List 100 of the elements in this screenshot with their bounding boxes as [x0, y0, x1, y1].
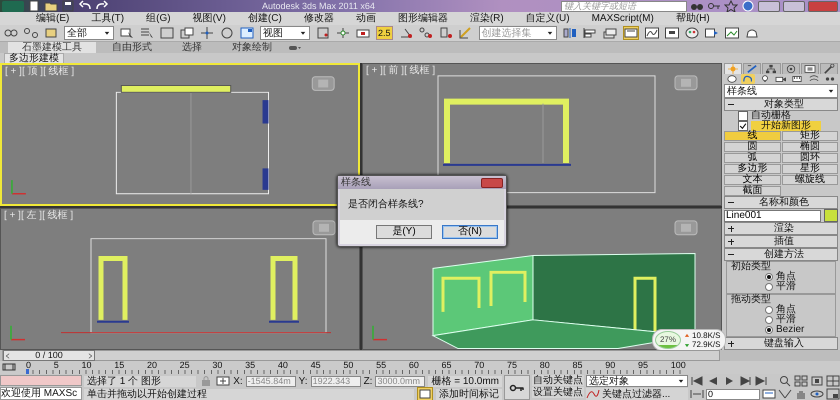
panel-tab[interactable]: [762, 63, 781, 74]
category-button[interactable]: [806, 74, 821, 84]
rollout-header[interactable]: 创建方法: [724, 248, 838, 261]
category-button[interactable]: [725, 74, 740, 84]
dialog-close-button[interactable]: [481, 178, 503, 188]
object-type-button[interactable]: 圆: [724, 142, 780, 152]
layer-icon[interactable]: [602, 27, 617, 39]
help-icon[interactable]: [741, 0, 755, 12]
field-of-view-icon[interactable]: [778, 388, 792, 400]
ribbon-panel-tab[interactable]: 多边形建模: [4, 53, 64, 63]
ribbon-tab[interactable]: 对象绘制: [218, 42, 286, 53]
zoom-extents-all-icon[interactable]: [826, 375, 840, 387]
menu-item[interactable]: 修改器: [304, 12, 334, 24]
coordinate-system-dropdown[interactable]: 视图: [260, 26, 310, 40]
frame-counter-button[interactable]: 0 / 100: [3, 350, 95, 361]
zoom-extents-icon[interactable]: [810, 375, 824, 387]
object-type-button[interactable]: 星形: [782, 164, 838, 174]
menu-item[interactable]: 创建(C): [248, 12, 282, 24]
minimize-button[interactable]: [758, 0, 780, 12]
maximize-button[interactable]: [783, 0, 805, 12]
menu-item[interactable]: MAXScript(M): [592, 12, 654, 24]
rollout-header[interactable]: 对象类型: [724, 98, 838, 111]
angle-snap-icon[interactable]: [398, 27, 413, 39]
object-type-button[interactable]: 线: [724, 131, 780, 141]
checkbox[interactable]: [738, 111, 748, 121]
dialog-button[interactable]: 是(Y): [376, 225, 432, 239]
align-icon[interactable]: [582, 27, 597, 39]
rollout-header[interactable]: 渲染: [724, 222, 838, 235]
move-icon[interactable]: [200, 27, 214, 39]
rotate-icon[interactable]: [220, 27, 234, 39]
go-to-start-icon[interactable]: [690, 375, 704, 387]
panel-tab[interactable]: [800, 63, 819, 74]
radio-button[interactable]: [765, 283, 773, 291]
rollout-header[interactable]: 插值: [724, 235, 838, 248]
menu-item[interactable]: 图形编辑器: [398, 12, 448, 24]
undo-icon[interactable]: [78, 0, 92, 12]
key-icon[interactable]: [707, 0, 721, 12]
go-to-end-icon[interactable]: [754, 375, 768, 387]
menu-item[interactable]: 自定义(U): [526, 12, 570, 24]
timeline-ruler[interactable]: 0 5 10 15 20 25 30 35 40 45 50 55 60 65 70 75 80 85 90 95 100: [26, 361, 686, 374]
rendered-frame-icon[interactable]: [724, 27, 739, 39]
snap-toggle[interactable]: 2.5: [376, 26, 393, 40]
frame-field[interactable]: 0: [706, 388, 760, 400]
category-button[interactable]: [774, 74, 788, 84]
menu-item[interactable]: 动画: [356, 12, 376, 24]
ribbon-tab[interactable]: 选择: [168, 42, 216, 53]
key-mode-dropdown[interactable]: 选定对象: [586, 375, 688, 387]
script-listener-field[interactable]: 欢迎使用 MAXSc: [0, 387, 82, 400]
menu-item[interactable]: 工具(T): [91, 12, 124, 24]
object-type-button[interactable]: 弧: [724, 153, 780, 163]
panel-tab[interactable]: [782, 63, 800, 74]
radio-button[interactable]: [765, 306, 773, 314]
object-type-button[interactable]: 多边形: [724, 164, 780, 174]
window-crossing-icon[interactable]: [180, 27, 194, 39]
next-frame-icon[interactable]: [738, 375, 752, 387]
select-icon[interactable]: [120, 27, 134, 39]
material-editor-icon[interactable]: [684, 27, 699, 39]
object-type-button[interactable]: 圆环: [782, 153, 838, 163]
curve-editor-icon[interactable]: [644, 27, 659, 39]
checkbox[interactable]: [738, 121, 748, 131]
save-icon[interactable]: [61, 0, 75, 12]
redo-icon[interactable]: [95, 0, 109, 12]
object-type-button[interactable]: 文本: [724, 175, 780, 185]
zoom-all-icon[interactable]: [794, 375, 808, 387]
script-output-field[interactable]: [0, 375, 82, 386]
menu-item[interactable]: 组(G): [146, 12, 171, 24]
category-button[interactable]: [741, 74, 756, 84]
set-key-button[interactable]: [504, 375, 530, 400]
category-button[interactable]: [790, 74, 804, 84]
maximize-viewport-icon[interactable]: [826, 388, 840, 400]
radio-button[interactable]: [765, 326, 773, 334]
name-field[interactable]: Line001: [724, 210, 821, 222]
star-icon[interactable]: [724, 0, 738, 12]
menu-item[interactable]: 帮助(H): [676, 12, 710, 24]
dialog-button[interactable]: 否(N): [442, 225, 498, 239]
menu-item[interactable]: 渲染(R): [470, 12, 504, 24]
panel-tab[interactable]: [820, 63, 838, 74]
percent-snap-icon[interactable]: [418, 27, 433, 39]
time-tag-icon[interactable]: [418, 388, 432, 400]
unlink-icon[interactable]: [24, 27, 38, 39]
mirror-icon[interactable]: [562, 27, 577, 39]
key-curve-icon[interactable]: [586, 388, 600, 400]
teapot-icon[interactable]: [744, 27, 759, 39]
set-key-mode-button[interactable]: 设置关键点: [532, 387, 584, 398]
object-type-button[interactable]: 螺旋线: [782, 175, 838, 185]
rollout-header[interactable]: 名称和颜色: [724, 196, 838, 209]
auto-key-button[interactable]: 自动关键点: [532, 375, 584, 386]
rollout-header[interactable]: 键盘输入: [724, 337, 838, 350]
object-type-button[interactable]: 截面: [724, 186, 780, 196]
menu-item[interactable]: 视图(V): [192, 12, 226, 24]
selection-filter-dropdown[interactable]: 全部: [64, 26, 114, 40]
category-dropdown[interactable]: 样条线: [724, 84, 838, 98]
zoom-icon[interactable]: [778, 375, 792, 387]
rectangle-selection-icon[interactable]: [160, 27, 174, 39]
object-type-button[interactable]: 椭圆: [782, 142, 838, 152]
ribbon-tab[interactable]: 自由形式: [98, 42, 166, 53]
new-file-icon[interactable]: [27, 0, 41, 12]
link-icon[interactable]: [4, 27, 18, 39]
radio-button[interactable]: [765, 316, 773, 324]
ribbon-tab[interactable]: 石墨建模工具: [8, 42, 96, 53]
